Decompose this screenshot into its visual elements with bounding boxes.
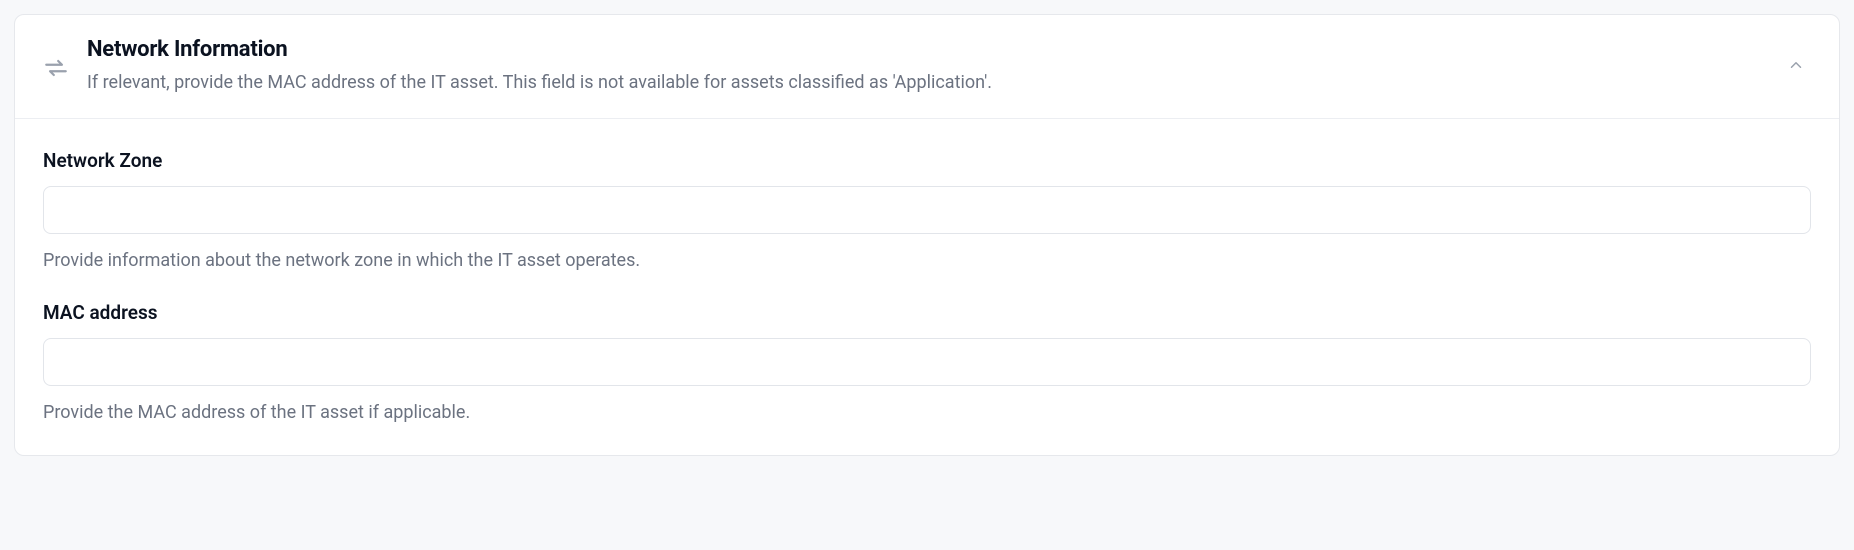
- chevron-up-icon: [1787, 59, 1805, 78]
- network-zone-input[interactable]: [43, 186, 1811, 234]
- card-header: Network Information If relevant, provide…: [15, 15, 1839, 119]
- card-body: Network Zone Provide information about t…: [15, 119, 1839, 455]
- network-zone-field: Network Zone Provide information about t…: [43, 149, 1811, 273]
- section-title: Network Information: [87, 37, 1775, 62]
- mac-address-input[interactable]: [43, 338, 1811, 386]
- network-zone-label: Network Zone: [43, 149, 1811, 172]
- collapse-toggle[interactable]: [1775, 56, 1811, 78]
- mac-address-field: MAC address Provide the MAC address of t…: [43, 301, 1811, 425]
- swap-arrows-icon: [43, 53, 87, 81]
- section-description: If relevant, provide the MAC address of …: [87, 70, 1775, 96]
- mac-address-help: Provide the MAC address of the IT asset …: [43, 400, 1811, 425]
- network-information-card: Network Information If relevant, provide…: [14, 14, 1840, 456]
- mac-address-label: MAC address: [43, 301, 1811, 324]
- network-zone-help: Provide information about the network zo…: [43, 248, 1811, 273]
